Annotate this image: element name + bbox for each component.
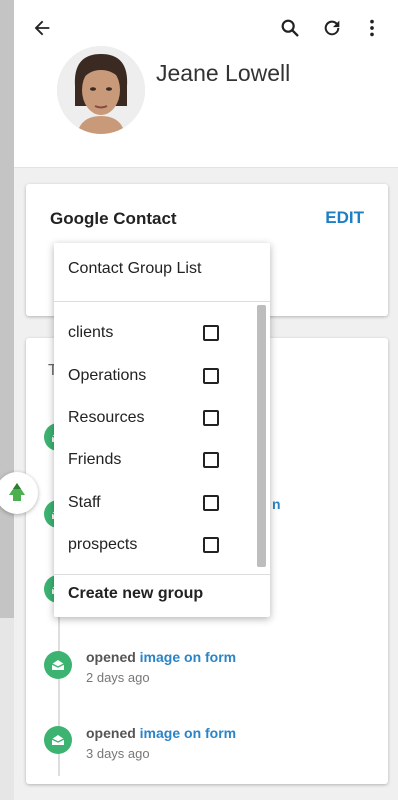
group-item-operations[interactable]: Operations [54, 356, 254, 396]
group-checkbox[interactable] [203, 410, 219, 426]
group-checkbox[interactable] [203, 325, 219, 341]
partial-event-link[interactable]: n [272, 496, 281, 512]
avatar [57, 46, 145, 134]
email-open-icon [44, 651, 72, 679]
group-menu-header: Contact Group List [68, 260, 202, 277]
edit-button[interactable]: EDIT [325, 208, 364, 228]
group-label: clients [68, 324, 114, 341]
group-label: Resources [68, 409, 145, 426]
google-contact-title: Google Contact [50, 209, 177, 228]
divider [54, 574, 270, 575]
left-rail [0, 0, 14, 618]
arrow-back-icon[interactable] [28, 14, 56, 42]
group-checkbox[interactable] [203, 495, 219, 511]
divider [54, 301, 270, 302]
group-item-resources[interactable]: Resources [54, 398, 254, 438]
contact-group-menu: Contact Group List clients Operations Re… [54, 243, 270, 617]
event-time: 2 days ago [86, 670, 150, 685]
event-verb: opened [86, 725, 136, 741]
left-rail-lower [0, 618, 14, 800]
search-icon[interactable] [276, 14, 304, 42]
group-item-prospects[interactable]: prospects [54, 525, 254, 565]
group-label: Operations [68, 367, 147, 384]
contact-header: Jeane Lowell [14, 0, 398, 168]
create-new-group-button[interactable]: Create new group [68, 585, 203, 603]
extension-logo-icon [9, 483, 25, 501]
event-verb: opened [86, 649, 136, 665]
more-vert-icon[interactable] [358, 14, 386, 42]
menu-scrollbar[interactable] [257, 305, 266, 567]
group-checkbox[interactable] [203, 368, 219, 384]
group-checkbox[interactable] [203, 452, 219, 468]
event-time: 3 days ago [86, 746, 150, 761]
timeline-event: opened image on form [86, 725, 236, 741]
group-label: prospects [68, 536, 138, 553]
group-label: Staff [68, 494, 101, 511]
event-object-link[interactable]: image on form [140, 725, 236, 741]
refresh-icon[interactable] [318, 14, 346, 42]
contact-name: Jeane Lowell [156, 60, 291, 86]
group-checkbox[interactable] [203, 537, 219, 553]
group-item-staff[interactable]: Staff [54, 483, 254, 523]
timeline-event: opened image on form [86, 649, 236, 665]
group-item-clients[interactable]: clients [54, 313, 254, 353]
group-label: Friends [68, 451, 122, 468]
email-open-icon [44, 726, 72, 754]
group-item-friends[interactable]: Friends [54, 440, 254, 480]
event-object-link[interactable]: image on form [140, 649, 236, 665]
